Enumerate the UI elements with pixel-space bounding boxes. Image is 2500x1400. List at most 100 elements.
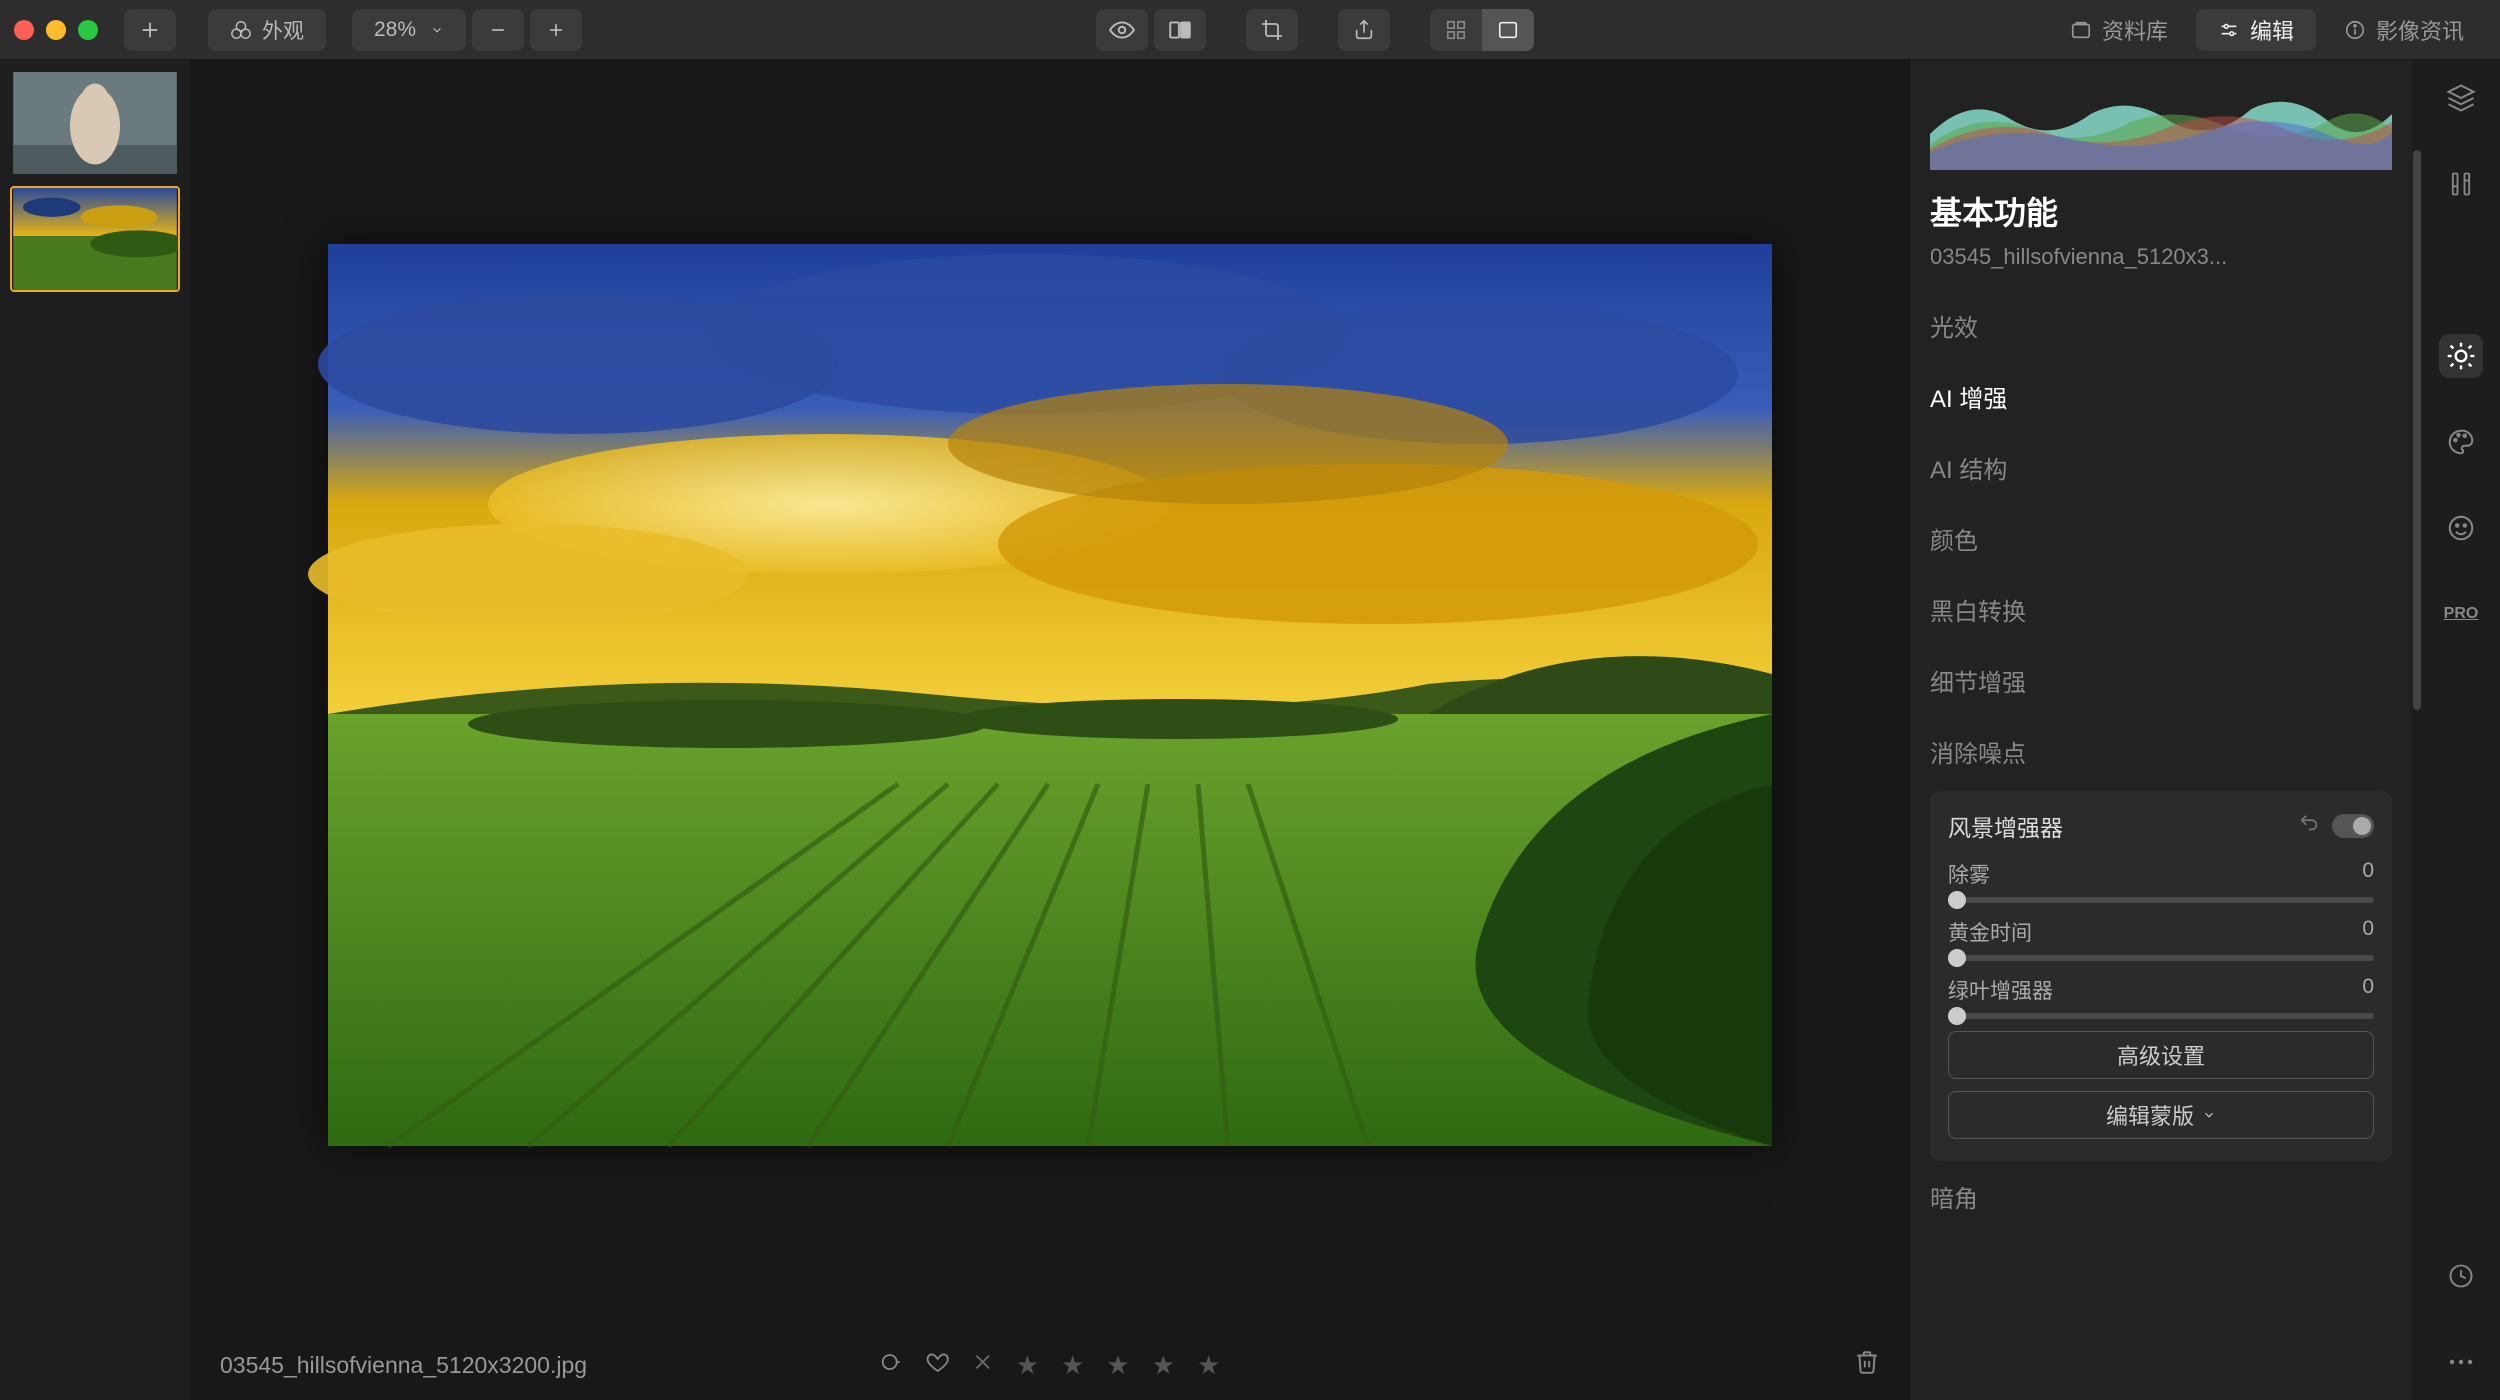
tool-vignette[interactable]: 暗角 — [1930, 1161, 2392, 1232]
right-panel: 基本功能 03545_hillsofvienna_5120x3... 光效 AI… — [1910, 60, 2500, 1400]
panel-scrollbar[interactable] — [2412, 60, 2422, 1400]
slider-dehaze: 除雾 0 — [1948, 859, 2374, 903]
zoom-out-button[interactable] — [472, 9, 524, 51]
slider-foliage: 绿叶增强器 0 — [1948, 975, 2374, 1019]
pro-label: PRO — [2444, 605, 2479, 623]
add-button[interactable] — [124, 9, 176, 51]
landscape-enhancer-panel: 风景增强器 除雾 0 — [1930, 791, 2392, 1161]
tool-detail[interactable]: 细节增强 — [1930, 645, 2392, 716]
scrollbar-thumb[interactable] — [2413, 150, 2421, 710]
slider-foliage-value: 0 — [2362, 975, 2374, 1005]
minimize-window-button[interactable] — [46, 20, 66, 40]
main-image[interactable] — [328, 244, 1772, 1146]
tab-library[interactable]: 资料库 — [2048, 9, 2190, 51]
tab-edit[interactable]: 编辑 — [2196, 9, 2316, 51]
appearance-icon — [230, 19, 252, 41]
grid-icon — [1445, 19, 1467, 41]
face-icon — [2446, 513, 2476, 543]
crop-button[interactable] — [1246, 9, 1298, 51]
filmstrip — [0, 60, 190, 1400]
panel-title: 基本功能 — [1930, 188, 2392, 234]
canvas-statusbar: 03545_hillsofvienna_5120x3200.jpg ★ ★ ★ … — [190, 1330, 1910, 1400]
histogram[interactable] — [1930, 74, 2392, 170]
zoom-window-button[interactable] — [78, 20, 98, 40]
tab-info-label: 影像资讯 — [2376, 14, 2464, 46]
adjust-icon — [2447, 170, 2475, 198]
rail-portrait[interactable] — [2441, 508, 2481, 548]
tool-bw[interactable]: 黑白转换 — [1930, 574, 2392, 645]
tab-edit-label: 编辑 — [2250, 14, 2294, 46]
zoom-value: 28% — [374, 18, 416, 42]
slider-golden-hour: 黄金时间 0 — [1948, 917, 2374, 961]
slider-dehaze-label: 除雾 — [1948, 859, 1990, 889]
tool-color[interactable]: 颜色 — [1930, 503, 2392, 574]
thumbnail-1[interactable] — [10, 70, 180, 176]
landscape-toggle[interactable] — [2332, 814, 2374, 838]
rail-creative[interactable] — [2441, 422, 2481, 462]
star-5[interactable]: ★ — [1197, 1350, 1220, 1381]
more-icon — [2447, 1357, 2475, 1367]
star-2[interactable]: ★ — [1061, 1350, 1084, 1381]
reset-button[interactable] — [2298, 812, 2320, 840]
single-icon — [1497, 19, 1519, 41]
tool-rail: PRO — [2422, 60, 2500, 1400]
thumbnail-2[interactable] — [10, 186, 180, 292]
tool-light[interactable]: 光效 — [1930, 290, 2392, 361]
flag-button[interactable] — [880, 1350, 904, 1380]
delete-button[interactable] — [1854, 1349, 1880, 1381]
tool-ai-enhance[interactable]: AI 增强 — [1930, 361, 2392, 432]
layers-icon — [2446, 83, 2476, 113]
chevron-down-icon — [2202, 1108, 2216, 1122]
trash-icon — [1854, 1349, 1880, 1375]
appearance-label: 外观 — [262, 15, 304, 45]
slider-golden-hour-track[interactable] — [1948, 955, 2374, 961]
reject-button[interactable] — [972, 1351, 994, 1379]
tool-denoise[interactable]: 消除噪点 — [1930, 716, 2392, 787]
rail-history[interactable] — [2441, 1256, 2481, 1296]
zoom-in-button[interactable] — [530, 9, 582, 51]
share-button[interactable] — [1338, 9, 1390, 51]
filename-label: 03545_hillsofvienna_5120x3200.jpg — [220, 1352, 587, 1379]
advanced-settings-button[interactable]: 高级设置 — [1948, 1031, 2374, 1079]
slider-dehaze-value: 0 — [2362, 859, 2374, 889]
compare-button[interactable] — [1154, 9, 1206, 51]
view-mode-segment — [1430, 9, 1534, 51]
rail-adjust[interactable] — [2441, 164, 2481, 204]
rail-essentials[interactable] — [2441, 336, 2481, 376]
edit-mask-button[interactable]: 编辑蒙版 — [1948, 1091, 2374, 1139]
star-3[interactable]: ★ — [1106, 1350, 1129, 1381]
share-icon — [1353, 19, 1375, 41]
sun-icon — [2445, 340, 2477, 372]
crop-icon — [1260, 18, 1284, 42]
eye-icon — [1109, 17, 1135, 43]
slider-golden-hour-value: 0 — [2362, 917, 2374, 947]
slider-foliage-label: 绿叶增强器 — [1948, 975, 2053, 1005]
appearance-button[interactable]: 外观 — [208, 9, 326, 51]
chevron-down-icon — [430, 23, 444, 37]
slider-dehaze-track[interactable] — [1948, 897, 2374, 903]
rail-layers[interactable] — [2441, 78, 2481, 118]
slider-foliage-track[interactable] — [1948, 1013, 2374, 1019]
grid-view-button[interactable] — [1430, 9, 1482, 51]
slider-golden-hour-label: 黄金时间 — [1948, 917, 2032, 947]
panel-subtitle: 03545_hillsofvienna_5120x3... — [1930, 244, 2392, 270]
tab-library-label: 资料库 — [2102, 14, 2168, 46]
close-window-button[interactable] — [14, 20, 34, 40]
sliders-icon — [2218, 19, 2240, 41]
landscape-title: 风景增强器 — [1948, 809, 2286, 843]
clock-icon — [2447, 1262, 2475, 1290]
star-4[interactable]: ★ — [1152, 1350, 1175, 1381]
favorite-button[interactable] — [926, 1350, 950, 1380]
tool-ai-structure[interactable]: AI 结构 — [1930, 432, 2392, 503]
library-icon — [2070, 19, 2092, 41]
star-1[interactable]: ★ — [1016, 1350, 1039, 1381]
palette-icon — [2446, 427, 2476, 457]
rail-pro[interactable]: PRO — [2441, 594, 2481, 634]
window-controls — [14, 20, 98, 40]
tab-info[interactable]: 影像资讯 — [2322, 9, 2486, 51]
preview-button[interactable] — [1096, 9, 1148, 51]
single-view-button[interactable] — [1482, 9, 1534, 51]
tool-list: 光效 AI 增强 AI 结构 颜色 黑白转换 细节增强 消除噪点 — [1930, 290, 2392, 787]
zoom-dropdown[interactable]: 28% — [352, 9, 466, 51]
rail-more[interactable] — [2441, 1342, 2481, 1382]
